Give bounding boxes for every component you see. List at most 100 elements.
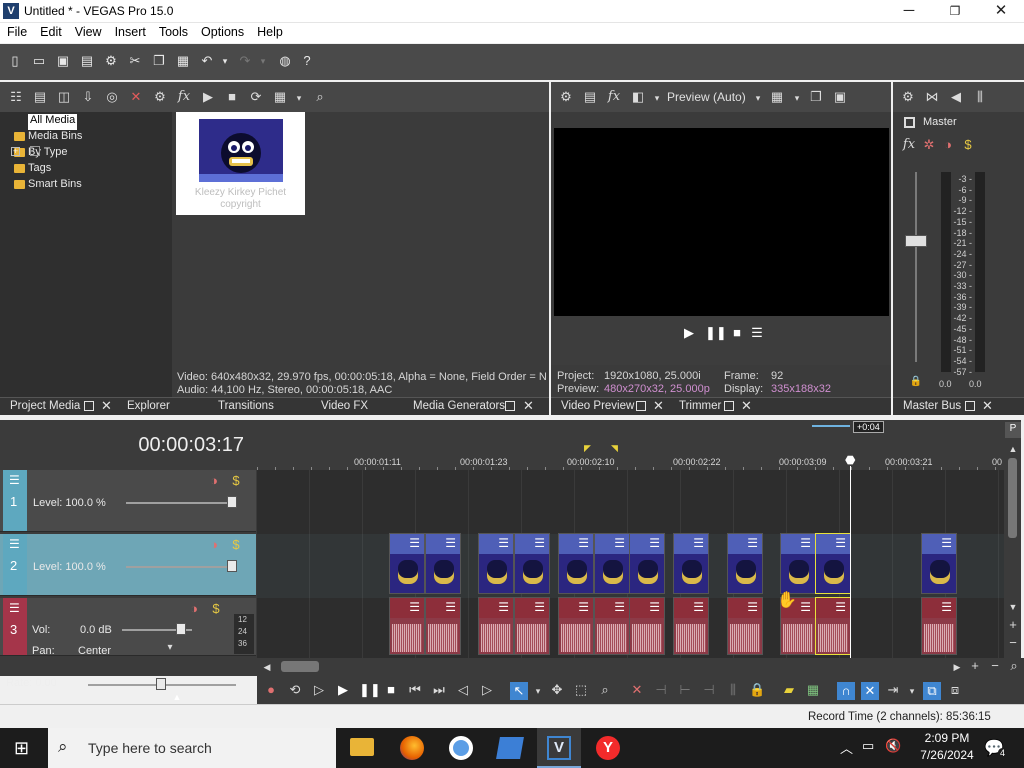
menu-edit[interactable]: Edit bbox=[33, 23, 68, 39]
menu-options[interactable]: Options bbox=[194, 23, 250, 39]
undock-icon[interactable] bbox=[965, 401, 975, 411]
auto-preview-icon[interactable]: ⟳ bbox=[248, 90, 264, 106]
tab-media-generators[interactable]: Media Generators bbox=[413, 400, 505, 412]
video-event[interactable]: ☰ bbox=[673, 533, 709, 594]
timeline-ruler[interactable]: +0:04 ◤ ◥ 00:00:01:11 00:00:01:23 00:00:… bbox=[257, 420, 1004, 470]
delete-icon[interactable]: ✕ bbox=[128, 90, 144, 106]
track-volume-knob[interactable] bbox=[176, 623, 186, 635]
video-event[interactable]: ☰ bbox=[921, 533, 957, 594]
video-preview-canvas[interactable] bbox=[554, 128, 889, 316]
save-as-icon[interactable]: ▤ bbox=[80, 54, 94, 68]
get-media-icon[interactable]: ⇩ bbox=[80, 90, 96, 106]
scroll-up-icon[interactable]: ▲ bbox=[1005, 442, 1021, 458]
track-level-knob[interactable] bbox=[227, 496, 237, 508]
undo-dropdown-icon[interactable]: ▾ bbox=[218, 54, 232, 68]
event-menu-icon[interactable]: ☰ bbox=[693, 601, 704, 613]
event-menu-icon[interactable]: ☰ bbox=[835, 601, 846, 613]
tab-master-bus[interactable]: Master Bus bbox=[903, 400, 961, 412]
scroll-left-icon[interactable]: ◀ bbox=[259, 660, 275, 676]
taskbar-search-box[interactable]: ⌕ Type here to search bbox=[48, 728, 336, 768]
ripple-dropdown-icon[interactable]: ▾ bbox=[904, 684, 920, 700]
close-button[interactable]: ✕ bbox=[978, 0, 1024, 23]
import-media-icon[interactable]: ▤ bbox=[32, 90, 48, 106]
timeline-area[interactable]: +0:04 ◤ ◥ 00:00:01:11 00:00:01:23 00:00:… bbox=[257, 420, 1021, 658]
stop-media-icon[interactable]: ■ bbox=[224, 90, 240, 106]
scroll-right-icon[interactable]: ▶ bbox=[949, 660, 965, 676]
close-tab-icon[interactable]: ✕ bbox=[741, 398, 752, 414]
mixer-channels-icon[interactable]: ⫼ bbox=[972, 90, 988, 106]
track-mute-icon[interactable]: ◑ bbox=[206, 474, 222, 490]
audio-event[interactable]: ☰ bbox=[594, 597, 630, 655]
close-tab-icon[interactable]: ✕ bbox=[653, 398, 664, 414]
network-icon[interactable]: ▭ bbox=[862, 738, 874, 754]
menu-help[interactable]: Help bbox=[250, 23, 289, 39]
auto-ripple-icon[interactable]: ⇥ bbox=[885, 683, 901, 699]
preview-play-icon[interactable]: ▶ bbox=[681, 326, 697, 342]
audio-event[interactable]: ☰ bbox=[478, 597, 514, 655]
video-output-fx-icon[interactable]: fx bbox=[606, 90, 622, 106]
event-menu-icon[interactable]: ☰ bbox=[409, 601, 420, 613]
event-menu-icon[interactable]: ☰ bbox=[614, 537, 625, 549]
ignore-grouping-icon[interactable]: ⧈ bbox=[947, 683, 963, 699]
pause-icon[interactable]: ❚❚ bbox=[359, 683, 381, 699]
zoom-edit-tool-icon[interactable]: ⌕ bbox=[597, 683, 613, 699]
video-event[interactable]: ☰ bbox=[478, 533, 514, 594]
track-level-slider[interactable] bbox=[126, 566, 236, 568]
event-menu-icon[interactable]: ☰ bbox=[649, 601, 660, 613]
dim-output-icon[interactable]: ◀ bbox=[948, 90, 964, 106]
event-menu-icon[interactable]: ☰ bbox=[578, 601, 589, 613]
timeline-vertical-scrollbar[interactable]: P ▲ ▼ + − bbox=[1004, 420, 1021, 658]
undock-icon[interactable] bbox=[724, 401, 734, 411]
preview-quality-select[interactable]: Preview (Auto) bbox=[667, 90, 746, 104]
tab-video-fx[interactable]: Video FX bbox=[321, 400, 368, 412]
stop-icon[interactable]: ■ bbox=[383, 683, 399, 699]
audio-event[interactable]: ☰ bbox=[629, 597, 665, 655]
event-menu-icon[interactable]: ☰ bbox=[445, 537, 456, 549]
event-menu-icon[interactable]: ☰ bbox=[941, 537, 952, 549]
expand-icon[interactable]: + bbox=[11, 147, 20, 156]
help-pointer-icon[interactable]: ? bbox=[300, 54, 314, 68]
event-menu-icon[interactable]: ☰ bbox=[800, 537, 811, 549]
lock-events-icon[interactable]: 🔒 bbox=[749, 683, 765, 699]
event-menu-icon[interactable]: ☰ bbox=[747, 601, 758, 613]
audio-event[interactable]: ☰ bbox=[425, 597, 461, 655]
render-icon[interactable]: ◍ bbox=[278, 54, 292, 68]
zoom-tool-icon[interactable]: ⌕ bbox=[1006, 659, 1022, 675]
new-project-icon[interactable]: ▯ bbox=[8, 54, 22, 68]
save-icon[interactable]: ▣ bbox=[56, 54, 70, 68]
undock-icon[interactable] bbox=[505, 401, 515, 411]
edit-tool-dropdown-icon[interactable]: ▾ bbox=[530, 684, 546, 700]
views-dropdown-icon[interactable]: ▾ bbox=[291, 91, 307, 107]
selection-tool-icon[interactable]: ⬚ bbox=[573, 683, 589, 699]
preview-properties-gear-icon[interactable]: ⚙ bbox=[558, 90, 574, 106]
rate-knob[interactable] bbox=[156, 678, 166, 690]
tab-video-preview[interactable]: Video Preview bbox=[561, 400, 634, 412]
master-lock-icon[interactable]: 🔒 bbox=[908, 375, 924, 391]
audio-event[interactable]: ☰ bbox=[727, 597, 763, 655]
video-event[interactable]: ☰ bbox=[780, 533, 816, 594]
chrome-icon[interactable] bbox=[449, 736, 473, 760]
tree-all-media[interactable]: All Media bbox=[28, 114, 78, 130]
record-icon[interactable]: ● bbox=[263, 683, 279, 699]
insert-region-icon[interactable]: ▦ bbox=[805, 683, 821, 699]
views-icon[interactable]: ▦ bbox=[272, 90, 288, 106]
master-fx-chain-icon[interactable]: ✲ bbox=[921, 138, 937, 154]
vertical-scroll-thumb[interactable] bbox=[1008, 458, 1017, 538]
master-solo-icon[interactable]: $ bbox=[960, 138, 976, 154]
overlays-grid-icon[interactable]: ▦ bbox=[769, 90, 785, 106]
horizontal-scroll-thumb[interactable] bbox=[281, 661, 319, 672]
loop-start-marker-icon[interactable]: ◤ bbox=[584, 443, 591, 454]
track-solo-icon[interactable]: $ bbox=[228, 474, 244, 490]
audio-event[interactable]: ☰ bbox=[514, 597, 550, 655]
loop-playback-icon[interactable]: ⟲ bbox=[287, 683, 303, 699]
search-icon[interactable]: ⌕ bbox=[312, 90, 328, 106]
track-mute-icon[interactable]: ◑ bbox=[186, 602, 202, 618]
event-menu-icon[interactable]: ☰ bbox=[409, 537, 420, 549]
track-list-toggle-icon[interactable]: P bbox=[1005, 422, 1021, 438]
tree-media-bins[interactable]: Media Bins bbox=[14, 130, 82, 146]
track-header-2[interactable]: ☰ 2 ◑ $ Level: 100.0 % bbox=[0, 534, 256, 596]
snapping-icon[interactable]: ∩ bbox=[837, 682, 855, 700]
media-thumbnail-card[interactable]: Kleezy Kirkey Pichet copyright bbox=[176, 112, 305, 215]
play-media-icon[interactable]: ▶ bbox=[200, 90, 216, 106]
copy-snapshot-icon[interactable]: ❐ bbox=[808, 90, 824, 106]
